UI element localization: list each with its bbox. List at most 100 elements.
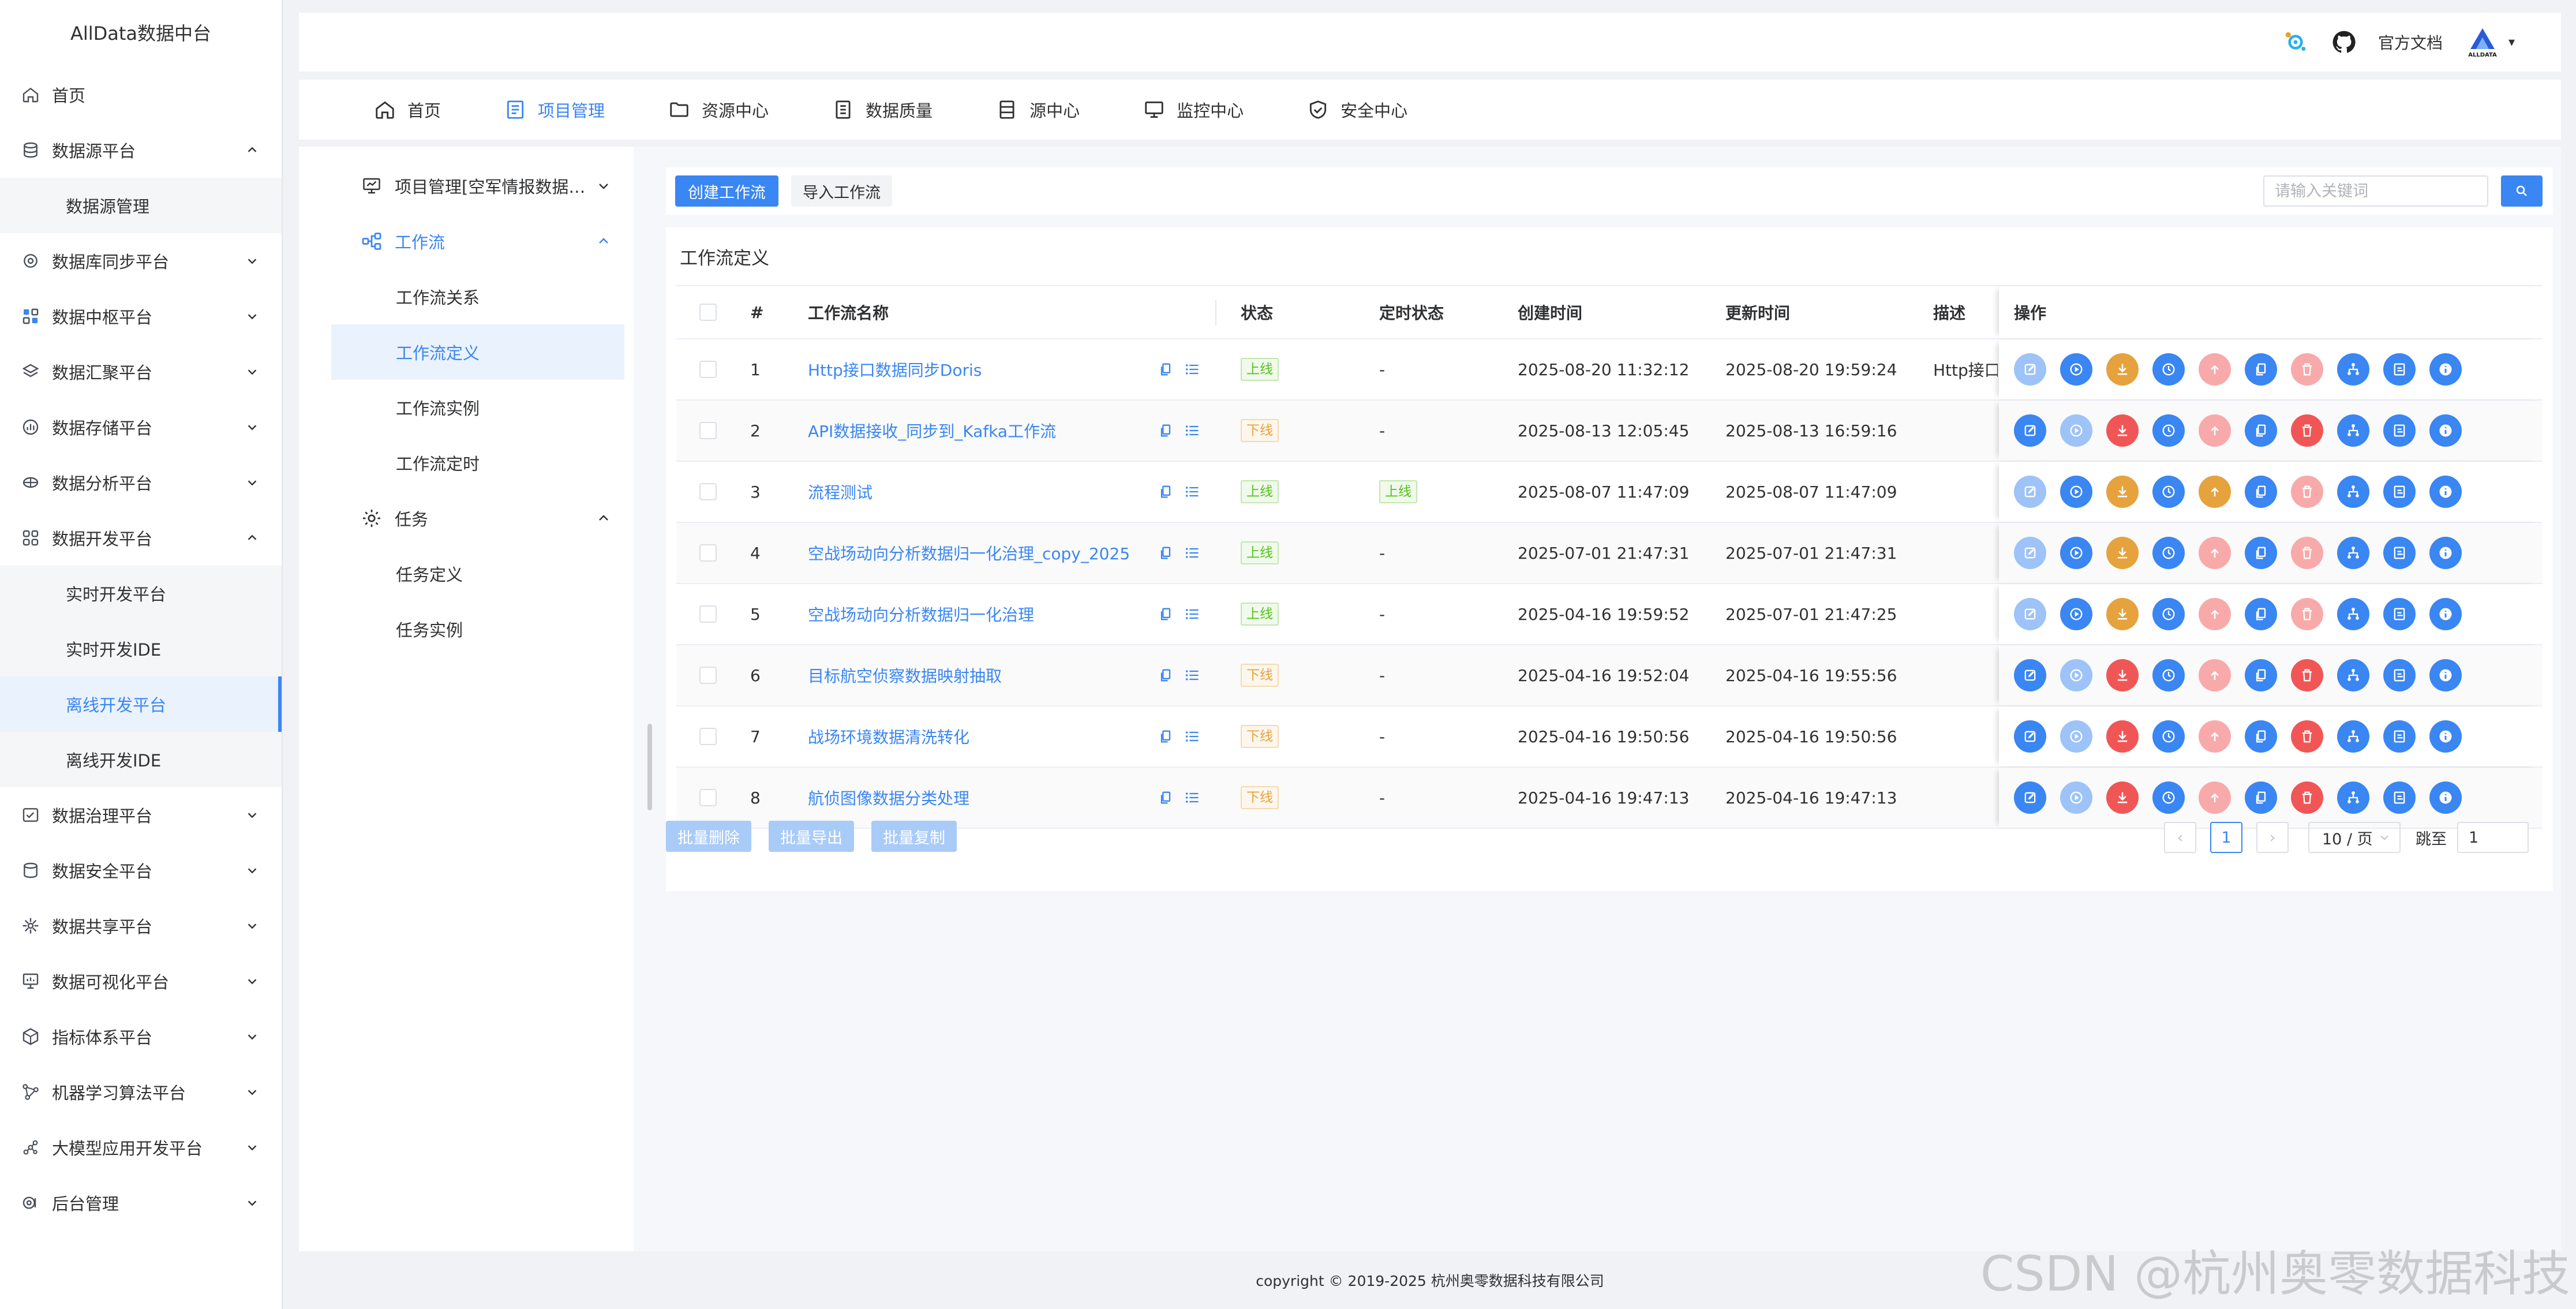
workflow-name-link[interactable]: Http接口数据同步Doris bbox=[808, 339, 982, 399]
list-icon[interactable] bbox=[1184, 645, 1200, 705]
row-checkbox[interactable] bbox=[699, 728, 717, 745]
workflow-name-link[interactable]: 流程测试 bbox=[808, 462, 873, 522]
sidebar-item[interactable]: 后台管理 bbox=[0, 1175, 282, 1231]
subnav-item[interactable]: 工作流关系 bbox=[299, 269, 634, 324]
download-button[interactable] bbox=[2106, 781, 2139, 814]
nav-tab[interactable]: 项目管理 bbox=[504, 80, 605, 140]
user-avatar-dropdown[interactable]: ALLDATA ▾ bbox=[2462, 26, 2515, 58]
download-button[interactable] bbox=[2106, 414, 2139, 447]
download-button[interactable] bbox=[2106, 598, 2139, 630]
delete-button[interactable] bbox=[2291, 659, 2323, 691]
sidebar-item[interactable]: 数据分析平台 bbox=[0, 455, 282, 510]
sidebar-subitem[interactable]: 实时开发平台 bbox=[0, 566, 282, 621]
delete-button[interactable] bbox=[2291, 781, 2323, 814]
timer-button[interactable] bbox=[2152, 353, 2185, 386]
copy-name-icon[interactable] bbox=[1158, 584, 1174, 644]
delete-button[interactable] bbox=[2291, 537, 2323, 569]
delete-button[interactable] bbox=[2291, 414, 2323, 447]
info-button[interactable] bbox=[2429, 537, 2462, 569]
tree-button[interactable] bbox=[2337, 720, 2369, 753]
run-button[interactable] bbox=[2060, 476, 2092, 508]
run-button[interactable] bbox=[2060, 537, 2092, 569]
delete-button[interactable] bbox=[2291, 353, 2323, 386]
info-button[interactable] bbox=[2429, 414, 2462, 447]
upload-button[interactable] bbox=[2199, 414, 2231, 447]
edit-button[interactable] bbox=[2014, 476, 2046, 508]
create-workflow-button[interactable]: 创建工作流 bbox=[675, 175, 778, 207]
sidebar-item[interactable]: 数据存储平台 bbox=[0, 399, 282, 455]
sidebar-subitem[interactable]: 实时开发IDE bbox=[0, 621, 282, 676]
run-button[interactable] bbox=[2060, 720, 2092, 753]
sidebar-item[interactable]: 数据源平台 bbox=[0, 122, 282, 178]
page-number-1[interactable]: 1 bbox=[2210, 822, 2242, 853]
timer-button[interactable] bbox=[2152, 781, 2185, 814]
row-checkbox[interactable] bbox=[699, 361, 717, 378]
subnav-item[interactable]: 任务实例 bbox=[299, 601, 634, 657]
upload-button[interactable] bbox=[2199, 781, 2231, 814]
list-icon[interactable] bbox=[1184, 523, 1200, 583]
edit-button[interactable] bbox=[2014, 414, 2046, 447]
next-page-button[interactable]: › bbox=[2256, 822, 2289, 853]
copy-name-icon[interactable] bbox=[1158, 523, 1174, 583]
tree-button[interactable] bbox=[2337, 659, 2369, 691]
info-button[interactable] bbox=[2429, 781, 2462, 814]
workflow-name-link[interactable]: 空战场动向分析数据归一化治理_copy_2025 bbox=[808, 523, 1130, 583]
row-checkbox[interactable] bbox=[699, 789, 717, 806]
export-button[interactable] bbox=[2383, 353, 2416, 386]
copy-button[interactable] bbox=[2245, 353, 2277, 386]
list-icon[interactable] bbox=[1184, 706, 1200, 766]
edit-button[interactable] bbox=[2014, 537, 2046, 569]
row-checkbox[interactable] bbox=[699, 667, 717, 684]
tree-button[interactable] bbox=[2337, 476, 2369, 508]
info-button[interactable] bbox=[2429, 659, 2462, 691]
sidebar-item[interactable]: 数据共享平台 bbox=[0, 898, 282, 953]
sidebar-item[interactable]: 机器学习算法平台 bbox=[0, 1064, 282, 1120]
batch-delete-button[interactable]: 批量删除 bbox=[666, 821, 751, 852]
app-logo-title[interactable]: AllData数据中台 bbox=[0, 0, 282, 67]
copy-name-icon[interactable] bbox=[1158, 401, 1174, 461]
project-selector[interactable]: 项目管理[空军情报数据资源一体化] bbox=[299, 158, 634, 214]
copy-button[interactable] bbox=[2245, 537, 2277, 569]
export-button[interactable] bbox=[2383, 781, 2416, 814]
goto-page-input[interactable] bbox=[2457, 822, 2529, 853]
run-button[interactable] bbox=[2060, 414, 2092, 447]
row-checkbox[interactable] bbox=[699, 544, 717, 562]
edit-button[interactable] bbox=[2014, 720, 2046, 753]
timer-button[interactable] bbox=[2152, 537, 2185, 569]
download-button[interactable] bbox=[2106, 720, 2139, 753]
export-button[interactable] bbox=[2383, 476, 2416, 508]
sidebar-item[interactable]: 数据安全平台 bbox=[0, 843, 282, 898]
download-button[interactable] bbox=[2106, 353, 2139, 386]
row-checkbox[interactable] bbox=[699, 422, 717, 439]
download-button[interactable] bbox=[2106, 537, 2139, 569]
sidebar-item[interactable]: 数据汇聚平台 bbox=[0, 344, 282, 399]
page-size-select[interactable]: 10 / 页 bbox=[2308, 822, 2401, 853]
info-button[interactable] bbox=[2429, 720, 2462, 753]
nav-tab[interactable]: 监控中心 bbox=[1143, 80, 1244, 140]
nav-tab[interactable]: 数据质量 bbox=[832, 80, 933, 140]
copy-name-icon[interactable] bbox=[1158, 462, 1174, 522]
list-icon[interactable] bbox=[1184, 768, 1200, 828]
sidebar-item[interactable]: 数据治理平台 bbox=[0, 787, 282, 843]
export-button[interactable] bbox=[2383, 414, 2416, 447]
batch-copy-button[interactable]: 批量复制 bbox=[871, 821, 957, 852]
info-button[interactable] bbox=[2429, 598, 2462, 630]
copy-button[interactable] bbox=[2245, 414, 2277, 447]
delete-button[interactable] bbox=[2291, 476, 2323, 508]
sidebar-item[interactable]: 数据中枢平台 bbox=[0, 289, 282, 344]
info-button[interactable] bbox=[2429, 476, 2462, 508]
tree-button[interactable] bbox=[2337, 598, 2369, 630]
list-icon[interactable] bbox=[1184, 584, 1200, 644]
upload-button[interactable] bbox=[2199, 476, 2231, 508]
workflow-name-link[interactable]: 目标航空侦察数据映射抽取 bbox=[808, 645, 1002, 705]
copy-button[interactable] bbox=[2245, 598, 2277, 630]
copy-button[interactable] bbox=[2245, 720, 2277, 753]
download-button[interactable] bbox=[2106, 659, 2139, 691]
delete-button[interactable] bbox=[2291, 720, 2323, 753]
sidebar-subitem[interactable]: 离线开发平台 bbox=[0, 676, 282, 732]
upload-button[interactable] bbox=[2199, 720, 2231, 753]
tree-button[interactable] bbox=[2337, 781, 2369, 814]
list-icon[interactable] bbox=[1184, 401, 1200, 461]
workflow-name-link[interactable]: 战场环境数据清洗转化 bbox=[808, 706, 969, 766]
download-button[interactable] bbox=[2106, 476, 2139, 508]
